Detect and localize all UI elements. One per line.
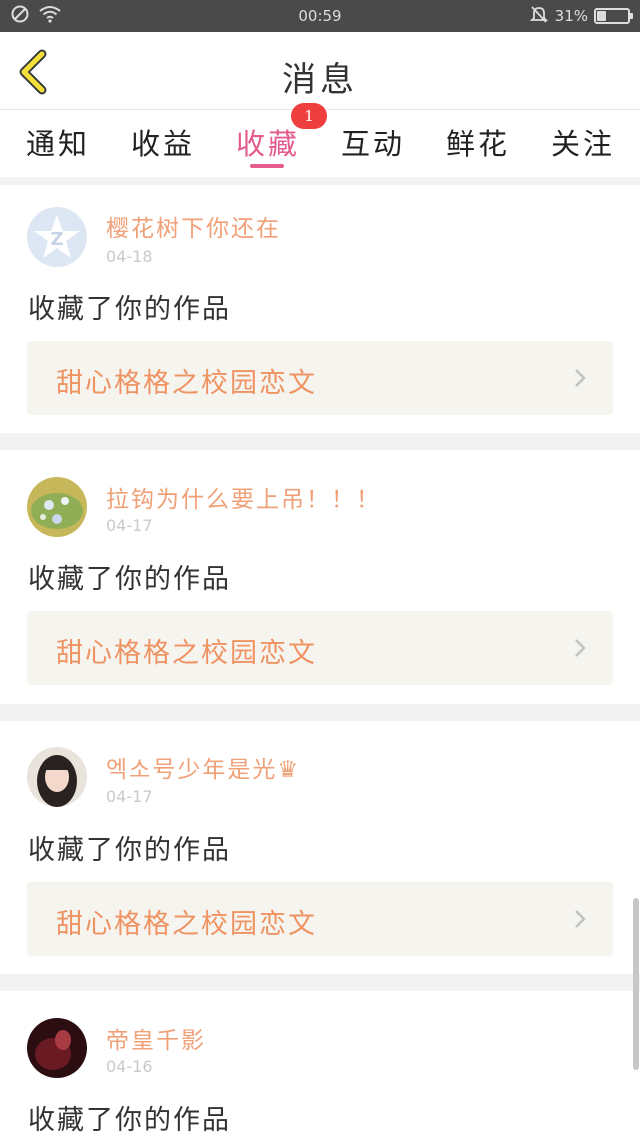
work-card[interactable]: 甜心格格之校园恋文 — [27, 882, 613, 956]
list-item: Z 樱花树下你还在 04-18 收藏了你的作品 甜心格格之校园恋文 — [0, 185, 640, 433]
divider — [0, 177, 640, 185]
chevron-right-icon — [573, 637, 587, 659]
date: 04-18 — [106, 247, 153, 266]
battery-percent: 31% — [554, 7, 588, 25]
work-title: 甜心格格之校园恋文 — [56, 368, 317, 399]
divider — [0, 433, 640, 450]
active-tab-indicator — [250, 164, 284, 168]
chevron-right-icon — [573, 908, 587, 930]
divider — [0, 704, 640, 721]
tab-following[interactable]: 关注 — [531, 121, 635, 163]
list-item: 帝皇千影 04-16 收藏了你的作品 — [0, 991, 640, 1138]
page-title: 消息 — [282, 60, 358, 100]
action-text: 收藏了你的作品 — [28, 564, 231, 595]
unread-badge: 1 — [291, 103, 327, 129]
list-item: 拉钩为什么要上吊！！！ 04-17 收藏了你的作品 甜心格格之校园恋文 — [0, 450, 640, 704]
date: 04-17 — [106, 787, 153, 806]
mute-bell-icon — [529, 4, 549, 28]
status-bar: 00:59 31% — [0, 0, 640, 32]
work-title: 甜心格格之校园恋文 — [56, 638, 317, 669]
tab-notification[interactable]: 通知 — [6, 121, 110, 163]
scrollbar[interactable] — [633, 898, 639, 1070]
date: 04-16 — [106, 1057, 153, 1076]
avatar[interactable]: Z — [27, 207, 87, 267]
battery-level-fill — [597, 11, 607, 21]
avatar[interactable] — [27, 1018, 87, 1078]
user-name[interactable]: 帝皇千影 — [106, 1021, 206, 1055]
chevron-right-icon — [573, 367, 587, 389]
tab-flowers[interactable]: 鲜花 — [426, 121, 530, 163]
user-name[interactable]: 엑소号少年是光♛ — [106, 750, 300, 784]
user-name[interactable]: 樱花树下你还在 — [106, 209, 281, 243]
work-title: 甜心格格之校园恋文 — [56, 909, 317, 940]
work-card[interactable]: 甜心格格之校园恋文 — [27, 341, 613, 415]
header: 消息 — [0, 32, 640, 110]
tab-earnings[interactable]: 收益 — [111, 121, 215, 163]
list-item: 엑소号少年是光♛ 04-17 收藏了你的作品 甜心格格之校园恋文 — [0, 721, 640, 974]
svg-text:Z: Z — [50, 229, 63, 250]
work-card[interactable]: 甜心格格之校园恋文 — [27, 611, 613, 685]
divider — [0, 974, 640, 991]
avatar[interactable] — [27, 747, 87, 807]
action-text: 收藏了你的作品 — [28, 294, 231, 325]
action-text: 收藏了你的作品 — [28, 835, 231, 866]
date: 04-17 — [106, 516, 153, 535]
battery-icon — [594, 8, 633, 24]
action-text: 收藏了你的作品 — [28, 1105, 231, 1136]
avatar[interactable] — [27, 477, 87, 537]
tab-interactions[interactable]: 互动 — [321, 121, 425, 163]
user-name[interactable]: 拉钩为什么要上吊！！！ — [106, 480, 381, 514]
